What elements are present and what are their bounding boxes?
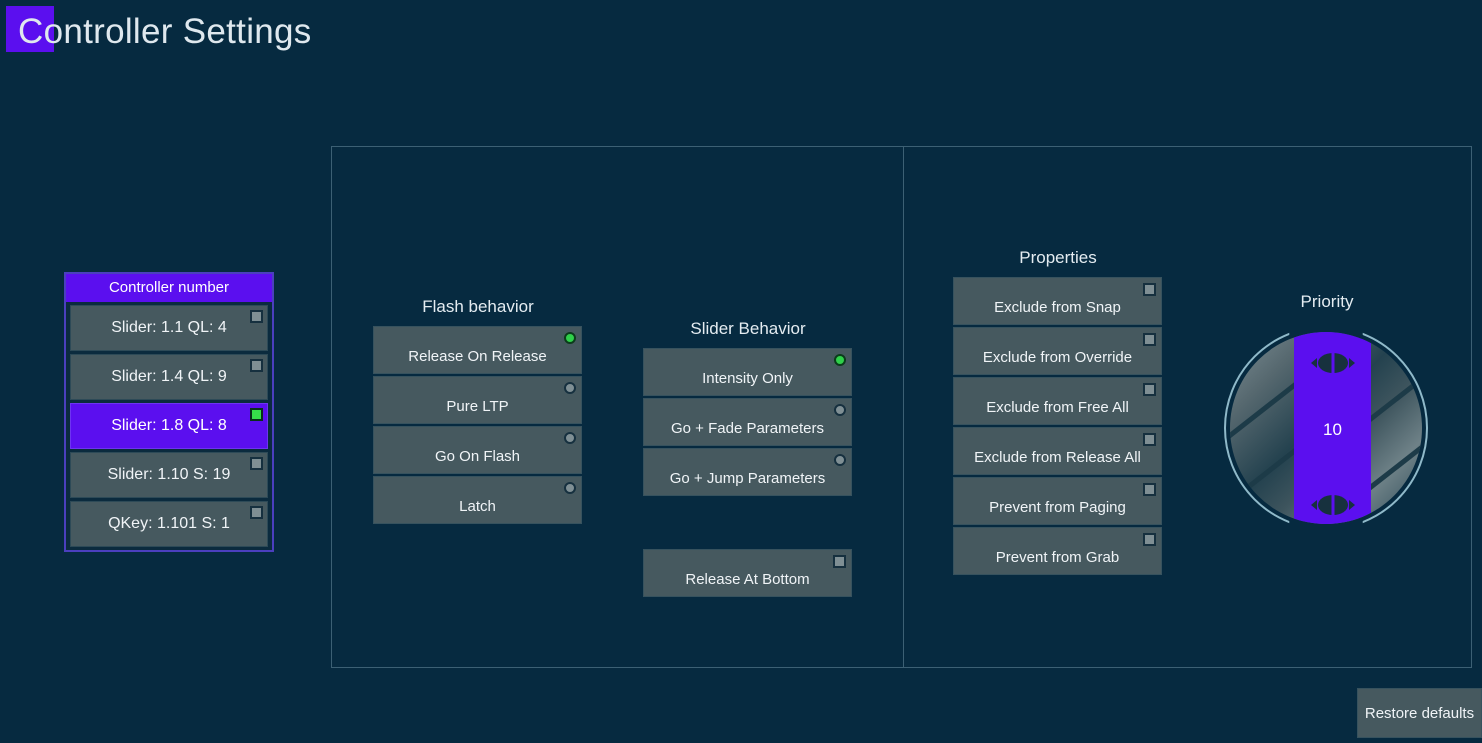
option-button[interactable]: Go On Flash [373, 426, 582, 474]
page-title: Controller Settings [18, 12, 312, 51]
option-button-label: Go On Flash [434, 448, 521, 465]
radio-indicator-icon [564, 382, 576, 394]
controller-list-header: Controller number [66, 274, 272, 302]
option-button-label: Exclude from Snap [994, 299, 1121, 316]
option-button[interactable]: Exclude from Override [953, 327, 1162, 375]
radio-indicator-icon [834, 354, 846, 366]
option-button-label: Go + Fade Parameters [671, 420, 824, 437]
radio-indicator-icon [564, 432, 576, 444]
option-button[interactable]: Release On Release [373, 326, 582, 374]
option-button-label: Prevent from Paging [989, 499, 1126, 516]
checkbox-icon [1143, 433, 1156, 446]
priority-encoder[interactable]: 10 [1224, 326, 1428, 530]
selection-indicator-icon [250, 457, 263, 470]
increment-arrow-icon[interactable] [1305, 352, 1361, 374]
restore-defaults-label: Restore defaults [1364, 704, 1475, 722]
controller-list-item[interactable]: QKey: 1.101 S: 1 [70, 501, 268, 547]
controller-list-item[interactable]: Slider: 1.4 QL: 9 [70, 354, 268, 400]
selection-indicator-icon [250, 310, 263, 323]
slider-behavior-title: Slider Behavior [690, 319, 806, 338]
release-at-bottom-toggle[interactable]: Release At Bottom [643, 549, 852, 597]
radio-indicator-icon [564, 332, 576, 344]
restore-defaults-button[interactable]: Restore defaults [1357, 688, 1482, 738]
option-button[interactable]: Go + Jump Parameters [643, 448, 852, 496]
option-button[interactable]: Exclude from Release All [953, 427, 1162, 475]
checkbox-icon [1143, 533, 1156, 546]
title-bar: Controller Settings [0, 6, 312, 58]
checkbox-icon [1143, 333, 1156, 346]
option-button[interactable]: Prevent from Paging [953, 477, 1162, 525]
option-button[interactable]: Go + Fade Parameters [643, 398, 852, 446]
option-button[interactable]: Exclude from Snap [953, 277, 1162, 325]
controller-list-item-label: Slider: 1.4 QL: 9 [111, 368, 227, 385]
option-button-label: Exclude from Release All [974, 449, 1141, 466]
controller-list-item[interactable]: Slider: 1.8 QL: 8 [70, 403, 268, 449]
checkbox-icon [1143, 383, 1156, 396]
controller-number-list: Controller number Slider: 1.1 QL: 4 Slide… [64, 272, 274, 552]
decrement-arrow-icon[interactable] [1305, 494, 1361, 516]
option-button-label: Go + Jump Parameters [669, 470, 826, 487]
properties-title: Properties [1019, 248, 1097, 267]
controller-list-item-label: QKey: 1.101 S: 1 [108, 515, 230, 532]
selection-indicator-icon [250, 506, 263, 519]
selection-indicator-icon [250, 359, 263, 372]
option-button[interactable]: Exclude from Free All [953, 377, 1162, 425]
controller-list-item-label: Slider: 1.8 QL: 8 [111, 417, 227, 434]
option-button[interactable]: Prevent from Grab [953, 527, 1162, 575]
option-button[interactable]: Latch [373, 476, 582, 524]
option-button-label: Prevent from Grab [995, 549, 1120, 566]
option-button[interactable]: Intensity Only [643, 348, 852, 396]
release-at-bottom-label: Release At Bottom [685, 571, 810, 588]
checkbox-icon [1143, 283, 1156, 296]
radio-indicator-icon [834, 454, 846, 466]
panel-divider [903, 147, 904, 668]
option-button-label: Pure LTP [446, 398, 509, 415]
radio-indicator-icon [834, 404, 846, 416]
checkbox-icon [833, 555, 846, 568]
flash-behavior-title: Flash behavior [422, 297, 534, 316]
option-button[interactable]: Pure LTP [373, 376, 582, 424]
controller-list-item[interactable]: Slider: 1.1 QL: 4 [70, 305, 268, 351]
checkbox-icon [1143, 483, 1156, 496]
option-button-label: Latch [459, 498, 496, 515]
controller-list-item[interactable]: Slider: 1.10 S: 19 [70, 452, 268, 498]
priority-title: Priority [1300, 292, 1354, 311]
option-button-label: Intensity Only [702, 370, 793, 387]
selection-indicator-icon [250, 408, 263, 421]
radio-indicator-icon [564, 482, 576, 494]
option-button-label: Exclude from Override [982, 349, 1133, 366]
option-button-label: Release On Release [408, 348, 547, 365]
priority-value: 10 [1323, 420, 1342, 439]
option-button-label: Exclude from Free All [986, 399, 1129, 416]
knob-value-band: 10 [1294, 332, 1371, 524]
controller-list-item-label: Slider: 1.10 S: 19 [107, 466, 231, 483]
controller-rows: Slider: 1.1 QL: 4 Slider: 1.4 QL: 9 Slider… [66, 305, 272, 547]
controller-list-item-label: Slider: 1.1 QL: 4 [111, 319, 227, 336]
